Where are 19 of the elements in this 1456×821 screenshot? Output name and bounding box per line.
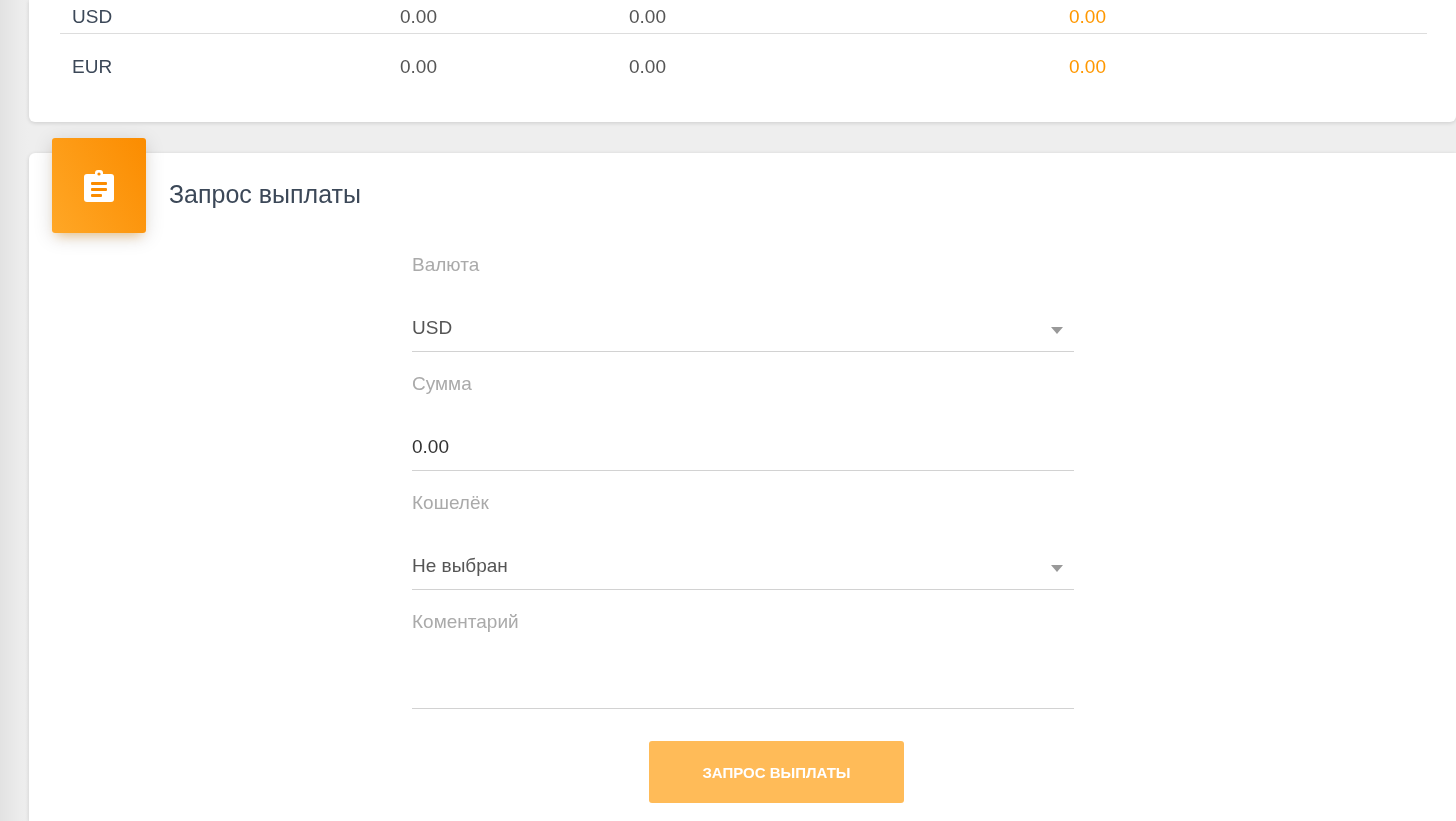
field-label: Коментарий [412, 610, 520, 634]
table-cell: 0.00 [1069, 56, 1106, 77]
table-cell: 0.00 [1069, 5, 1106, 27]
caret-icon [1051, 564, 1063, 572]
caret-icon [1051, 326, 1063, 334]
table-cell: USD [72, 5, 113, 27]
table-cell: 0.00 [400, 56, 437, 77]
select-field[interactable]: Не выбран [412, 543, 1074, 590]
table-cell: 0.00 [629, 5, 666, 27]
field-label: Сумма [412, 372, 473, 396]
field-label: Валюта [412, 253, 481, 277]
clipboard-icon [84, 169, 114, 202]
select-field[interactable]: USD [412, 305, 1074, 352]
field-label: Кошелёк [412, 491, 490, 515]
table-cell: 0.00 [400, 5, 437, 27]
table-cell: 0.00 [629, 56, 666, 77]
card-title: Запрос выплаты [169, 180, 361, 209]
table-cell: EUR [72, 56, 113, 77]
input-field[interactable]: 0.00 [412, 424, 1074, 471]
